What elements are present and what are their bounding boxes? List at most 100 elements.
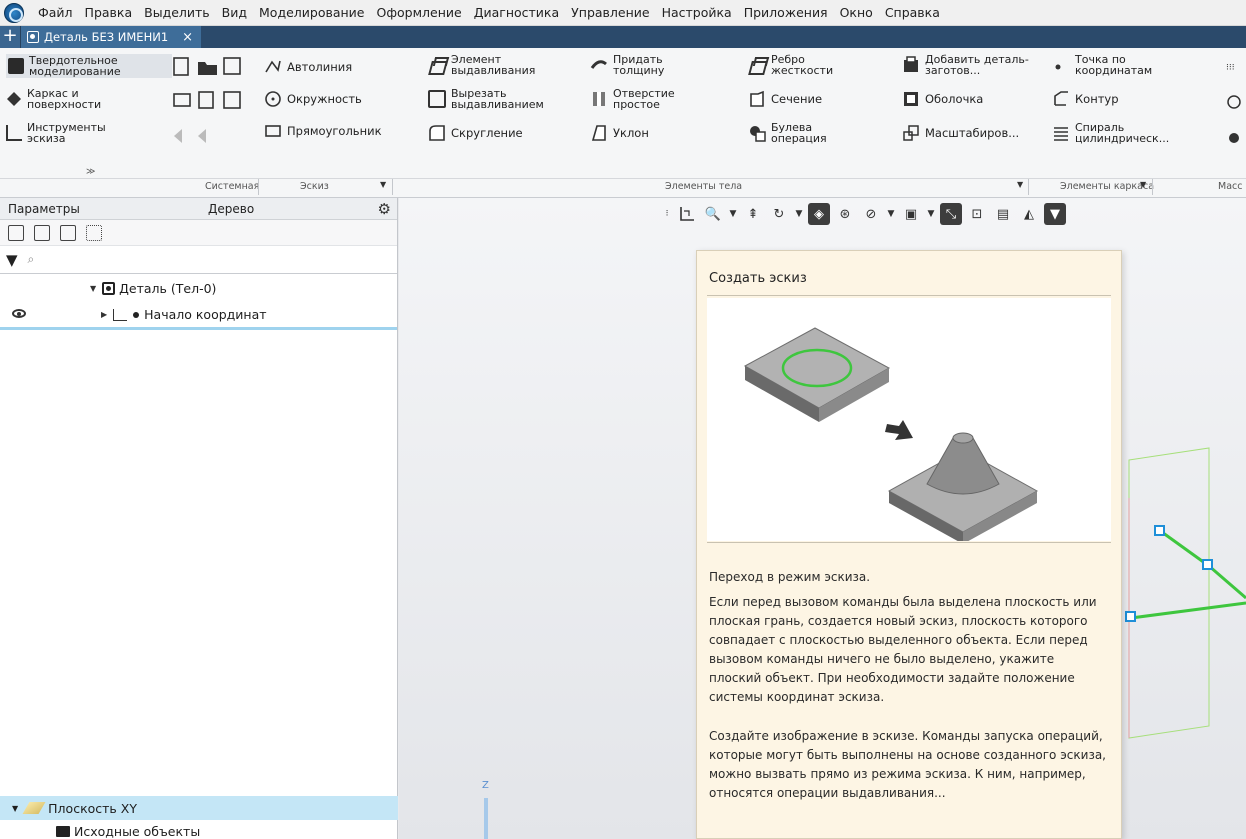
- cylindrical-spiral-button[interactable]: Спираль цилиндрическ...: [1052, 122, 1175, 144]
- section-button[interactable]: Сечение: [748, 90, 822, 108]
- tree-view-icon[interactable]: [8, 224, 24, 241]
- group-label-mass: Масс: [1218, 181, 1243, 192]
- cut-extrude-button[interactable]: Вырезать выдавливанием: [428, 88, 581, 110]
- menu-bar: Файл Правка Выделить Вид Моделирование О…: [0, 0, 1246, 26]
- menu-design[interactable]: Оформление: [371, 5, 468, 20]
- shell-icon: [902, 90, 920, 108]
- tree-relations-icon[interactable]: [60, 224, 76, 241]
- shell-button[interactable]: Оболочка: [902, 90, 983, 108]
- group-separator: [1152, 179, 1153, 195]
- tree-item-source-objects[interactable]: Исходные объекты: [0, 820, 398, 839]
- search-icon: ⌕: [27, 252, 35, 266]
- menu-diagnostics[interactable]: Диагностика: [468, 5, 565, 20]
- tab-parameters[interactable]: Параметры: [0, 202, 88, 216]
- sketch-group-dropdown-icon[interactable]: ▼: [380, 180, 386, 189]
- fillet-icon: [428, 124, 446, 142]
- frame-surfaces-mode[interactable]: Каркас и поверхности: [6, 88, 137, 110]
- thicken-button[interactable]: Придать толщину: [590, 54, 693, 76]
- new-document-button[interactable]: +: [0, 26, 20, 48]
- body-group-dropdown-icon[interactable]: ▼: [1017, 180, 1023, 189]
- modes-collapse-icon[interactable]: ≫: [86, 167, 95, 177]
- circle-icon: [264, 90, 282, 108]
- tree-toolbar: [0, 220, 397, 246]
- boolean-button[interactable]: Булева операция: [748, 122, 851, 144]
- expand-caret-icon[interactable]: ▼: [12, 804, 18, 813]
- axis-z-label: Z: [482, 780, 489, 791]
- cut-extrude-icon: [428, 90, 446, 108]
- filter-icon[interactable]: ▼: [6, 251, 18, 269]
- menu-applications[interactable]: Приложения: [738, 5, 834, 20]
- tree-select-icon[interactable]: [86, 224, 102, 241]
- group-label-body: Элементы тела: [665, 181, 743, 192]
- plane-icon: [22, 802, 46, 814]
- eye-icon[interactable]: [12, 309, 26, 318]
- tree-search-input[interactable]: [38, 252, 379, 267]
- thicken-icon: [590, 56, 608, 74]
- menu-settings[interactable]: Настройка: [656, 5, 738, 20]
- tab-tree[interactable]: Дерево: [200, 202, 262, 216]
- expand-caret-icon[interactable]: ▼: [90, 284, 96, 293]
- tooltip-illustration: [707, 298, 1111, 544]
- frame-group-dropdown-icon[interactable]: ▼: [1140, 180, 1146, 189]
- solid-box-icon: [8, 58, 24, 74]
- tree-structure-icon[interactable]: [34, 224, 50, 241]
- solid-modeling-mode[interactable]: Твердотельное моделирование: [6, 54, 172, 78]
- folder-icon: [56, 825, 70, 837]
- menu-file[interactable]: Файл: [32, 5, 79, 20]
- group-label-system: Системная: [205, 181, 260, 192]
- group-separator: [392, 179, 393, 195]
- menu-window[interactable]: Окно: [834, 5, 879, 20]
- scale-button[interactable]: Масштабиров...: [902, 124, 1019, 142]
- document-tab[interactable]: Деталь БЕЗ ИМЕНИ1 ×: [20, 26, 202, 48]
- coordinate-system-icon: [113, 308, 128, 321]
- draft-button[interactable]: Уклон: [590, 124, 649, 142]
- system-icons[interactable]: [172, 56, 247, 160]
- menu-modeling[interactable]: Моделирование: [253, 5, 370, 20]
- part-document-icon: [27, 31, 39, 43]
- menu-view[interactable]: Вид: [216, 5, 253, 20]
- surface-diamond-icon: [6, 91, 22, 107]
- circle-button[interactable]: Окружность: [264, 90, 362, 108]
- collapse-caret-icon[interactable]: ▶: [101, 310, 107, 319]
- sketch-tools-mode[interactable]: Инструменты эскиза: [6, 122, 137, 144]
- rib-button[interactable]: Ребро жесткости: [748, 54, 851, 76]
- menu-help[interactable]: Справка: [879, 5, 946, 20]
- contour-button[interactable]: Контур: [1052, 90, 1119, 108]
- boolean-icon: [748, 124, 766, 142]
- menu-select[interactable]: Выделить: [138, 5, 216, 20]
- app-logo-icon[interactable]: [4, 2, 24, 23]
- point-icon: [1052, 56, 1070, 74]
- tree-item-detail[interactable]: ▼ Деталь (Тел-0): [0, 274, 397, 302]
- point-by-coords-button[interactable]: Точка по координатам: [1052, 54, 1175, 76]
- rectangle-button[interactable]: Прямоугольник: [264, 122, 382, 140]
- autoline-button[interactable]: Автолиния: [264, 58, 352, 76]
- autoline-icon: [264, 58, 282, 76]
- draft-icon: [590, 124, 608, 142]
- tooltip-title: Создать эскиз: [709, 271, 807, 286]
- extrude-element-button[interactable]: Элемент выдавливания: [428, 54, 571, 76]
- simple-hole-button[interactable]: Отверстие простое: [590, 88, 693, 110]
- group-separator: [258, 179, 259, 195]
- add-blank-part-button[interactable]: Добавить деталь-заготов...: [902, 54, 1050, 76]
- menu-edit[interactable]: Правка: [79, 5, 139, 20]
- mass-group-icons[interactable]: ⁝⁝⁝: [1226, 56, 1246, 160]
- menu-management[interactable]: Управление: [565, 5, 655, 20]
- tooltip-divider: [707, 542, 1111, 543]
- hole-icon: [590, 90, 608, 108]
- rectangle-icon: [264, 122, 282, 140]
- fillet-button[interactable]: Скругление: [428, 124, 523, 142]
- model-tree-panel: Параметры Дерево ⚙ ▼ ⌕ ▼ Деталь (Тел-0) …: [0, 198, 398, 839]
- gear-icon[interactable]: ⚙: [378, 200, 391, 218]
- close-tab-icon[interactable]: ×: [182, 30, 193, 45]
- group-label-sketch: Эскиз: [300, 181, 329, 192]
- tree-item-origin[interactable]: ▶ Начало координат: [0, 302, 397, 330]
- sketch-illustration: [743, 327, 1039, 544]
- part-icon: [102, 281, 116, 295]
- command-tooltip: Создать эскиз Переход в режим эскиза. Ес…: [696, 250, 1122, 839]
- tree-item-plane-xy[interactable]: ▼ Плоскость XY: [0, 796, 398, 820]
- spiral-icon: [1052, 124, 1070, 142]
- group-separator: [1028, 179, 1029, 195]
- ribbon: Твердотельное моделирование Каркас и пов…: [0, 48, 1246, 198]
- tooltip-divider: [707, 295, 1111, 296]
- tooltip-hint: Создайте изображение в эскизе. Команды з…: [709, 729, 1106, 800]
